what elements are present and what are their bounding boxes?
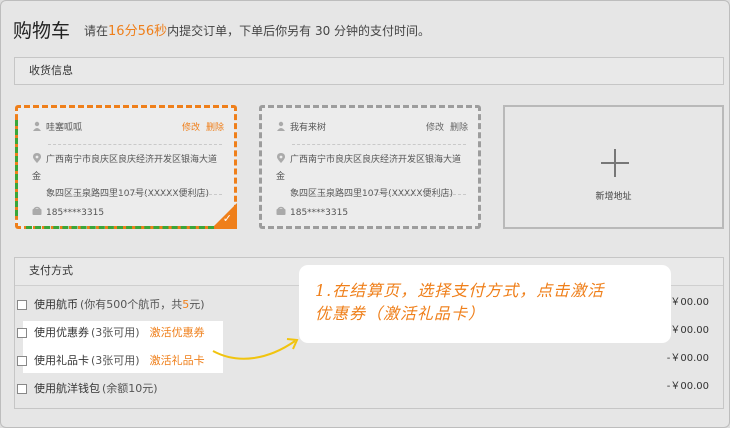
- phone-number: 185****3315: [46, 208, 105, 218]
- edit-address-link[interactable]: 修改: [182, 123, 200, 133]
- address-card[interactable]: 我有来树 修改 删除 广西南宁市良庆区良庆经济开发区银海大道金 象四区玉泉路四里1…: [259, 105, 481, 229]
- phone-icon: [32, 206, 42, 215]
- checkbox[interactable]: [17, 328, 27, 338]
- pointer-arrow-icon: [212, 338, 299, 360]
- divider: [292, 194, 466, 195]
- plus-icon: [601, 149, 629, 177]
- address-line-1: 广西南宁市良庆区良庆经济开发区银海大道金: [32, 155, 218, 182]
- timer-notice: 请在16分56秒内提交订单，下单后你另有 30 分钟的支付时间。: [84, 23, 431, 39]
- activate-coupon-link[interactable]: 激活优惠券: [150, 325, 205, 341]
- price-wallet: -￥00.00: [666, 381, 709, 392]
- add-address-label: 新增地址: [595, 192, 632, 202]
- location-pin-icon: [33, 153, 41, 163]
- page-header: 购物车 请在16分56秒内提交订单，下单后你另有 30 分钟的支付时间。: [13, 15, 430, 43]
- cart-window: 购物车 请在16分56秒内提交订单，下单后你另有 30 分钟的支付时间。 收货信…: [0, 0, 730, 428]
- person-icon: [33, 121, 41, 131]
- checkmark-icon: ✓: [222, 212, 232, 225]
- tooltip-line-1: 1.在结算页，选择支付方式，点击激活: [315, 281, 605, 300]
- tooltip-line-2: 优惠券（激活礼品卡）: [315, 304, 486, 323]
- payment-option-wallet[interactable]: 使用航洋钱包 (余额10元): [17, 381, 158, 397]
- payment-option-coupon[interactable]: 使用优惠券 (3张可用) 激活优惠券: [17, 325, 205, 341]
- person-icon: [277, 121, 285, 131]
- divider: [292, 144, 466, 145]
- checkbox[interactable]: [17, 384, 27, 394]
- location-pin-icon: [277, 153, 285, 163]
- divider: [48, 144, 222, 145]
- shipping-section-title: 收货信息: [14, 57, 724, 85]
- checkbox[interactable]: [17, 300, 27, 310]
- page-title: 购物车: [13, 19, 71, 42]
- payment-option-giftcard[interactable]: 使用礼品卡 (3张可用) 激活礼品卡: [17, 353, 205, 369]
- address-line-1: 广西南宁市良庆区良庆经济开发区银海大道金: [276, 155, 462, 182]
- delete-address-link[interactable]: 删除: [206, 123, 224, 133]
- add-address-button[interactable]: 新增地址: [503, 105, 724, 229]
- delete-address-link[interactable]: 删除: [450, 123, 468, 133]
- timer-minutes: 16分: [108, 23, 138, 39]
- checkbox[interactable]: [17, 356, 27, 366]
- activate-giftcard-link[interactable]: 激活礼品卡: [150, 353, 205, 369]
- phone-number: 185****3315: [290, 208, 349, 218]
- edit-address-link[interactable]: 修改: [426, 123, 444, 133]
- payment-option-points[interactable]: 使用航币 (你有500个航币，共5元): [17, 297, 205, 313]
- timer-seconds: 56秒: [137, 23, 168, 39]
- price-giftcard: -￥00.00: [666, 353, 709, 364]
- price-points: ￥00.00: [670, 297, 709, 308]
- phone-icon: [276, 206, 286, 215]
- recipient-name: 哇塞呱呱: [46, 123, 83, 133]
- recipient-name: 我有来树: [290, 123, 327, 133]
- address-card-selected[interactable]: 哇塞呱呱 修改 删除 广西南宁市良庆区良庆经济开发区银海大道金 象四区玉泉路四里1…: [15, 105, 237, 229]
- divider: [48, 194, 222, 195]
- price-coupon: -￥00.00: [666, 325, 709, 336]
- instruction-tooltip: 1.在结算页，选择支付方式，点击激活 优惠券（激活礼品卡）: [299, 265, 671, 343]
